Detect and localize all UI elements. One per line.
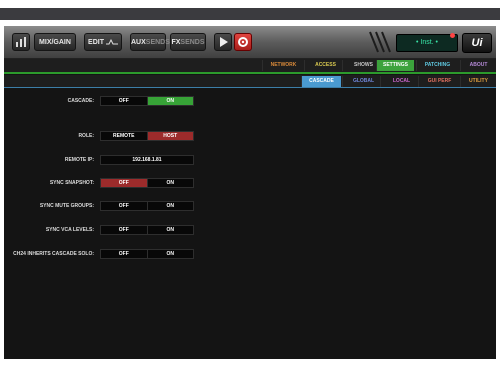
subtab-local[interactable]: LOCAL [380, 76, 422, 87]
remote-ip-field[interactable]: 192.168.1.81 [100, 155, 194, 165]
sub-tab-bar: CASCADE GLOBAL LOCAL GUI PERF UTILITY [4, 75, 496, 87]
aux-sends-button[interactable]: AUXSENDS [130, 33, 170, 51]
sync-mute-on-option[interactable]: ON [146, 202, 193, 210]
main-tab-underline [4, 72, 496, 74]
mixer-view-button[interactable] [12, 33, 30, 51]
role-toggle: REMOTE HOST [100, 131, 194, 141]
sync-vca-off-option[interactable]: OFF [101, 226, 147, 234]
sync-vca-levels-toggle: OFF ON [100, 225, 194, 235]
ch24-off-option[interactable]: OFF [101, 250, 147, 258]
sync-vca-on-option[interactable]: ON [146, 226, 193, 234]
tab-network[interactable]: NETWORK [262, 60, 304, 71]
aux-sends-label: SENDS [145, 39, 170, 46]
cascade-label: CASCADE: [67, 98, 94, 104]
subtab-cascade[interactable]: CASCADE [301, 76, 341, 87]
sync-snapshot-label: SYNC SNAPSHOT: [49, 180, 94, 186]
settings-gear-button[interactable] [234, 33, 252, 51]
sync-mute-off-option[interactable]: OFF [101, 202, 147, 210]
edit-button[interactable]: EDIT [84, 33, 122, 51]
top-frame-bar [0, 8, 500, 20]
sync-mute-groups-toggle: OFF ON [100, 201, 194, 211]
ui-logo: Ui [462, 33, 492, 53]
aux-label: AUX [131, 39, 146, 46]
role-remote-option[interactable]: REMOTE [101, 132, 147, 140]
tab-patching[interactable]: PATCHING [416, 60, 458, 71]
slash-decoration-icon [369, 31, 391, 53]
play-button[interactable] [214, 33, 232, 51]
cascade-on-option[interactable]: ON [146, 97, 193, 105]
tab-settings[interactable]: SETTINGS [376, 60, 414, 71]
ch24-on-option[interactable]: ON [146, 250, 193, 258]
cascade-toggle: OFF ON [100, 96, 194, 106]
lcd-display: • Inst. • [396, 34, 458, 52]
sync-snapshot-on-option[interactable]: ON [146, 179, 193, 187]
main-tab-bar: NETWORK ACCESS SHOWS SETTINGS PATCHING A… [4, 59, 496, 72]
cascade-off-option[interactable]: OFF [101, 97, 147, 105]
alert-dot-icon [450, 33, 455, 38]
subtab-global[interactable]: GLOBAL [342, 76, 384, 87]
fx-sends-button[interactable]: FXSENDS [170, 33, 206, 51]
fx-sends-label: SENDS [180, 39, 205, 46]
toolbar: MIX/GAIN EDIT AUXSENDS FXSENDS • Inst. •… [4, 26, 496, 59]
sync-vca-levels-label: SYNC VCA LEVELS: [45, 227, 94, 233]
play-icon [220, 37, 228, 47]
sync-snapshot-toggle: OFF ON [100, 178, 194, 188]
gear-icon [238, 37, 248, 47]
role-host-option[interactable]: HOST [146, 132, 193, 140]
sub-tab-underline [4, 87, 496, 88]
eq-curve-icon [105, 39, 118, 45]
sync-snapshot-off-option[interactable]: OFF [101, 179, 147, 187]
sync-mute-groups-label: SYNC MUTE GROUPS: [39, 203, 94, 209]
role-label: ROLE: [78, 133, 94, 139]
tab-about[interactable]: ABOUT [460, 60, 496, 71]
edit-label: EDIT [88, 39, 104, 46]
remote-ip-label: REMOTE IP: [64, 157, 94, 163]
tab-access[interactable]: ACCESS [304, 60, 346, 71]
subtab-utility[interactable]: UTILITY [460, 76, 496, 87]
subtab-gui-perf[interactable]: GUI PERF [418, 76, 460, 87]
ch24-cascade-solo-label: CH24 INHERITS CASCADE SOLO: [13, 251, 94, 257]
bars-icon [16, 37, 26, 47]
ch24-cascade-solo-toggle: OFF ON [100, 249, 194, 259]
mixer-app: MIX/GAIN EDIT AUXSENDS FXSENDS • Inst. •… [4, 26, 496, 359]
mix-gain-button[interactable]: MIX/GAIN [34, 33, 76, 51]
